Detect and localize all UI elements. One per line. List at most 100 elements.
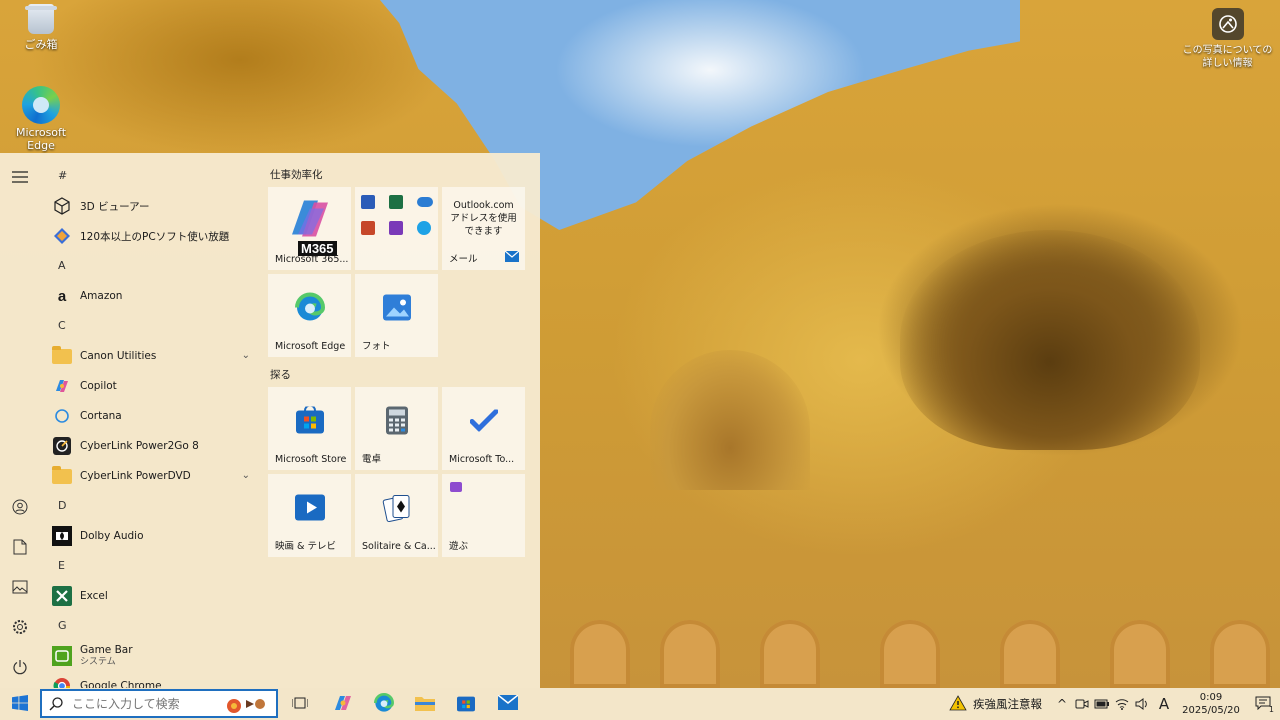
app-amazon[interactable]: a Amazon <box>42 281 260 311</box>
tile-label: Solitaire & Ca... <box>362 541 436 552</box>
taskbar-store[interactable] <box>452 692 480 716</box>
tile-microsoft-store[interactable]: Microsoft Store <box>268 387 351 470</box>
settings-gear-icon[interactable] <box>8 615 32 639</box>
app-canon-utilities[interactable]: Canon Utilities ⌄ <box>42 341 260 371</box>
wallpaper-arch <box>1110 620 1170 688</box>
weather-warning-icon <box>949 694 967 714</box>
tile-movies-tv[interactable]: 映画 & テレビ <box>268 474 351 557</box>
amazon-icon: a <box>57 287 67 305</box>
wallpaper-arch <box>880 620 940 688</box>
chevron-down-icon[interactable]: ⌄ <box>242 470 250 481</box>
excel-icon <box>389 195 403 209</box>
store-icon <box>456 694 476 715</box>
folder-icon <box>52 465 72 486</box>
software-icon <box>52 226 72 246</box>
letter-header[interactable]: # <box>42 161 260 191</box>
photo-info-button[interactable]: この写真についての詳しい情報 <box>1180 8 1275 70</box>
store-icon <box>295 404 325 437</box>
meet-now-icon[interactable] <box>1072 688 1092 720</box>
app-3d-viewer[interactable]: 3D ビューアー <box>42 191 260 221</box>
app-game-bar[interactable]: Game Bar システム <box>42 641 260 671</box>
tile-microsoft-edge[interactable]: Microsoft Edge <box>268 274 351 357</box>
wallpaper-arch <box>1000 620 1060 688</box>
app-label: 120本以上のPCソフト使い放題 <box>80 230 230 243</box>
taskbar-mail[interactable] <box>494 692 522 716</box>
taskbar-file-explorer[interactable] <box>411 692 439 716</box>
start-button[interactable] <box>0 688 40 720</box>
tile-label: フォト <box>362 341 391 352</box>
taskbar-search-box[interactable] <box>40 689 278 718</box>
user-account-icon[interactable] <box>8 495 32 519</box>
tile-photos[interactable]: フォト <box>355 274 438 357</box>
app-sublabel: システム <box>80 657 116 667</box>
tile-microsoft-todo[interactable]: Microsoft To... <box>442 387 525 470</box>
tile-group-title[interactable]: 仕事効率化 <box>268 163 538 187</box>
tile-play-folder[interactable]: 遊ぶ <box>442 474 525 557</box>
system-tray: 疾強風注意報 ^ A 0:09 2025/05/20 1 <box>939 688 1280 720</box>
tile-label: 遊ぶ <box>449 541 469 552</box>
m365-icon <box>284 195 336 246</box>
app-label: Canon Utilities <box>80 350 157 362</box>
app-dolby-audio[interactable]: Dolby Audio <box>42 521 260 551</box>
tile-office-apps[interactable] <box>355 187 438 270</box>
app-cortana[interactable]: Cortana <box>42 401 260 431</box>
tile-group-productivity: M365 Microsoft 365... Outlook.com アドレスを使… <box>268 187 538 357</box>
tile-label: Microsoft Edge <box>275 341 346 352</box>
app-label: Amazon <box>80 290 123 302</box>
app-powerdvd[interactable]: CyberLink PowerDVD ⌄ <box>42 461 260 491</box>
wifi-icon[interactable] <box>1112 688 1132 720</box>
letter-header[interactable]: E <box>42 551 260 581</box>
folder-icon <box>52 345 72 366</box>
app-label: Cortana <box>80 410 122 422</box>
app-label: Game Bar <box>80 644 133 656</box>
office-apps-icon <box>361 195 433 235</box>
battery-icon[interactable] <box>1092 688 1112 720</box>
chrome-icon <box>52 676 72 688</box>
weather-widget[interactable]: 疾強風注意報 <box>939 688 1052 720</box>
chevron-down-icon[interactable]: ⌄ <box>242 350 250 361</box>
task-view-button[interactable] <box>286 692 314 716</box>
app-power2go[interactable]: CyberLink Power2Go 8 <box>42 431 260 461</box>
app-google-chrome[interactable]: Google Chrome <box>42 671 260 688</box>
wallpaper-arch <box>660 620 720 688</box>
windows-logo-icon <box>12 694 28 714</box>
taskbar-edge[interactable] <box>370 692 398 716</box>
start-app-list: # 3D ビューアー 120本以上のPCソフト使い放題 A a Amazon C… <box>42 161 260 688</box>
volume-icon[interactable] <box>1132 688 1152 720</box>
app-excel[interactable]: Excel <box>42 581 260 611</box>
tile-mail[interactable]: Outlook.com アドレスを使用できます メール <box>442 187 525 270</box>
search-icon <box>42 696 70 711</box>
pictures-icon[interactable] <box>8 575 32 599</box>
hamburger-menu-icon[interactable] <box>8 165 32 189</box>
tile-microsoft-365[interactable]: M365 Microsoft 365... <box>268 187 351 270</box>
play-folder-icon <box>450 482 462 492</box>
folder-icon <box>415 695 435 714</box>
ime-indicator[interactable]: A <box>1152 688 1176 720</box>
todo-icon <box>469 408 498 434</box>
letter-header[interactable]: G <box>42 611 260 641</box>
task-view-icon <box>291 696 309 713</box>
clock-date: 2025/05/20 <box>1182 705 1240 716</box>
mail-icon <box>497 694 519 713</box>
power-icon[interactable] <box>8 655 32 679</box>
weather-text: 疾強風注意報 <box>973 697 1042 711</box>
documents-icon[interactable] <box>8 535 32 559</box>
letter-header[interactable]: D <box>42 491 260 521</box>
taskbar-clock[interactable]: 0:09 2025/05/20 <box>1176 691 1246 717</box>
search-input[interactable] <box>70 695 224 712</box>
taskbar-copilot[interactable] <box>329 692 357 716</box>
chevron-up-icon[interactable]: ^ <box>1052 688 1072 720</box>
letter-header[interactable]: C <box>42 311 260 341</box>
edge-desktop-shortcut[interactable]: Microsoft Edge <box>1 86 81 152</box>
tile-group-explore: Microsoft Store 電卓 Microsoft To... 映画 & … <box>268 387 538 557</box>
letter-header[interactable]: A <box>42 251 260 281</box>
tile-label: 電卓 <box>362 454 382 465</box>
tile-calculator[interactable]: 電卓 <box>355 387 438 470</box>
app-copilot[interactable]: Copilot <box>42 371 260 401</box>
tile-label: 映画 & テレビ <box>275 541 336 552</box>
app-pc-software[interactable]: 120本以上のPCソフト使い放題 <box>42 221 260 251</box>
notification-center-button[interactable]: 1 <box>1246 688 1280 720</box>
tile-group-title[interactable]: 探る <box>268 363 538 387</box>
recycle-bin-desktop-icon[interactable]: ごみ箱 <box>1 4 81 52</box>
tile-solitaire[interactable]: Solitaire & Ca... <box>355 474 438 557</box>
